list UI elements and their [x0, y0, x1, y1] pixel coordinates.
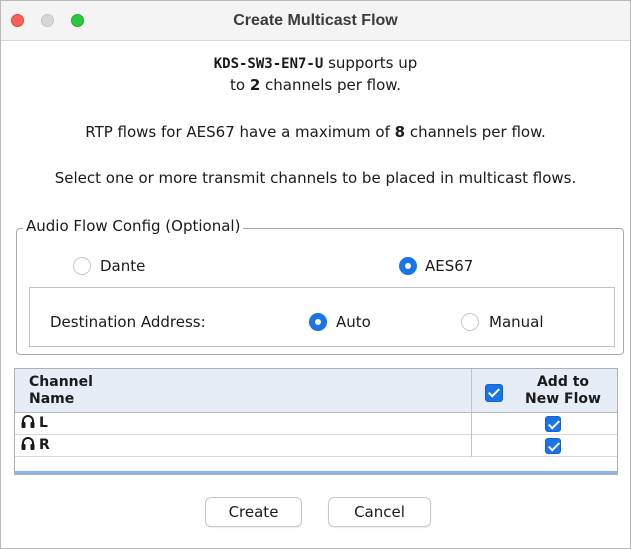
headphones-icon [21, 437, 35, 450]
channels-prefix: to [230, 76, 250, 94]
table-scroll-edge [15, 471, 617, 474]
max-channels-aes67: 8 [394, 123, 406, 141]
auto-radio-label[interactable]: Auto [336, 313, 371, 331]
device-support-line2: to 2 channels per flow. [1, 76, 630, 94]
add-header-line1: Add to [536, 374, 590, 390]
channels-suffix: channels per flow. [260, 76, 401, 94]
column-divider [471, 369, 472, 457]
rtp-info-text: RTP flows for AES67 have a maximum of 8 … [1, 123, 630, 141]
destination-address-label: Destination Address: [50, 313, 206, 331]
device-name: KDS-SW3-EN7-U [213, 56, 324, 72]
add-header-line2: New Flow [525, 391, 601, 407]
aes67-radio[interactable] [399, 257, 417, 275]
device-support-suffix: supports up [323, 54, 418, 72]
max-channels-device: 2 [249, 76, 261, 94]
title-bar: Create Multicast Flow [1, 1, 630, 41]
select-all-checkbox[interactable] [485, 384, 503, 402]
dialog-window: Create Multicast Flow KDS-SW3-EN7-U supp… [0, 0, 631, 549]
table-header: Channel Name Add to New Flow [15, 369, 617, 413]
headphones-icon [21, 415, 35, 428]
device-support-line1: KDS-SW3-EN7-U supports up [1, 54, 630, 72]
manual-radio[interactable] [461, 313, 479, 331]
channel-name-cell: R [21, 437, 50, 453]
channel-name: L [39, 415, 48, 431]
cancel-button[interactable]: Cancel [328, 497, 431, 527]
rtp-prefix: RTP flows for AES67 have a maximum of [85, 123, 395, 141]
create-button[interactable]: Create [205, 497, 302, 527]
select-instruction-text: Select one or more transmit channels to … [54, 169, 577, 187]
channel-name-header[interactable]: Channel Name [29, 374, 93, 408]
audio-flow-config-legend: Audio Flow Config (Optional) [23, 217, 244, 235]
channel-table: Channel Name Add to New Flow L R [14, 368, 618, 475]
channel-header-line1: Channel [29, 374, 93, 390]
dante-radio[interactable] [73, 257, 91, 275]
channel-header-line2: Name [29, 391, 75, 407]
table-row[interactable]: R [15, 435, 617, 457]
add-to-new-flow-header: Add to New Flow [513, 374, 613, 408]
dante-radio-label[interactable]: Dante [100, 257, 145, 275]
channel-name-cell: L [21, 415, 48, 431]
channel-name: R [39, 437, 50, 453]
aes67-radio-label[interactable]: AES67 [425, 257, 473, 275]
auto-radio[interactable] [309, 313, 327, 331]
table-row[interactable]: L [15, 413, 617, 435]
add-channel-checkbox[interactable] [545, 438, 561, 454]
manual-radio-label[interactable]: Manual [489, 313, 544, 331]
add-channel-checkbox[interactable] [545, 416, 561, 432]
rtp-suffix: channels per flow. [405, 123, 546, 141]
window-title: Create Multicast Flow [233, 12, 398, 29]
